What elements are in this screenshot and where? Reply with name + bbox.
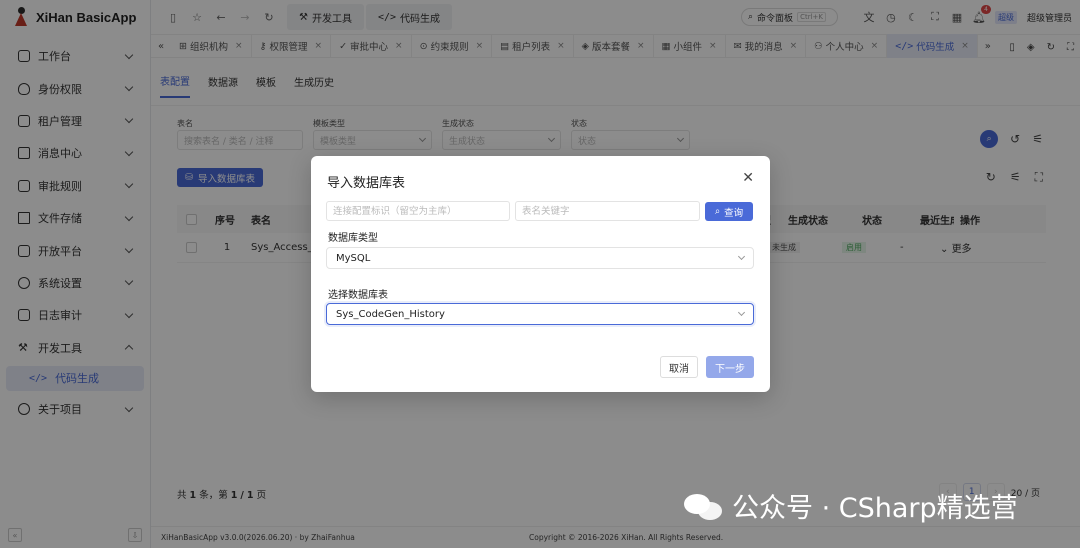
table-keyword-input[interactable] [515,201,700,221]
connection-config-input[interactable] [326,201,510,221]
next-step-button[interactable]: 下一步 [706,356,754,378]
watermark: 公众号 · CSharp精选营 [684,486,1018,525]
import-db-table-dialog: 导入数据库表 ✕ ⌕查询 数据库类型 MySQL 选择数据库表 Sys_Code… [311,156,770,392]
db-type-label: 数据库类型 [328,233,378,244]
db-type-select[interactable]: MySQL [326,247,754,269]
db-table-select[interactable]: Sys_CodeGen_History [326,303,754,325]
cancel-button[interactable]: 取消 [660,356,698,378]
db-table-label: 选择数据库表 [328,290,388,301]
dialog-title: 导入数据库表 [327,176,406,191]
chevron-down-icon [737,252,746,261]
search-icon: ⌕ [714,206,721,217]
wechat-icon [684,490,724,522]
query-button[interactable]: ⌕ 查询 [705,202,753,221]
close-icon[interactable]: ✕ [742,170,754,186]
chevron-down-icon [737,308,746,317]
